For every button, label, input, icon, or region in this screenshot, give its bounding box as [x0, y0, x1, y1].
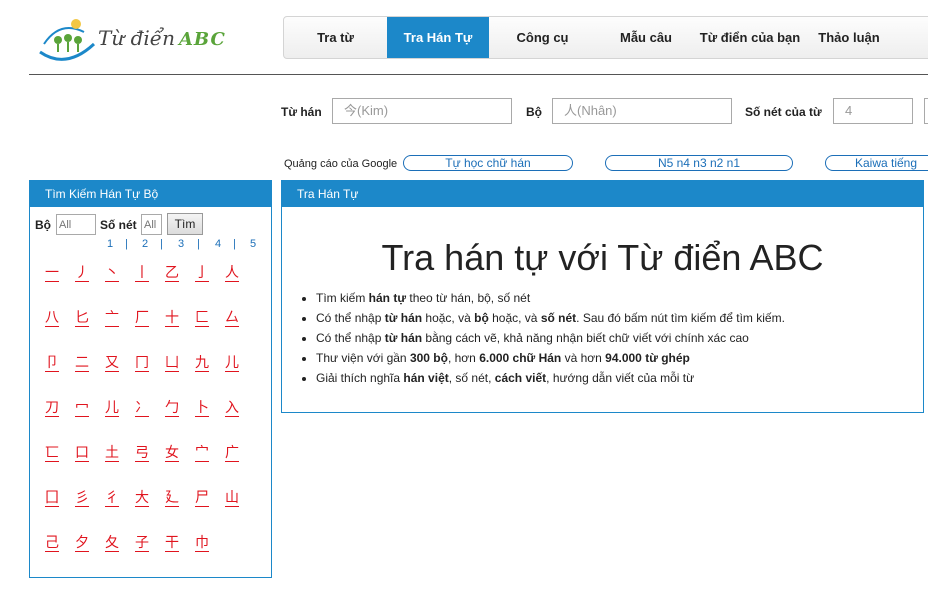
radical-bo-label: Bộ — [35, 218, 51, 232]
feature-item: Có thể nhập từ hán bằng cách vẽ, khả năn… — [316, 328, 785, 348]
radical-pagination: 1 | 2 | 3 | 4 | 5 — [107, 238, 257, 250]
nav-tu-dien-cua-ban[interactable]: Từ điển của bạn — [696, 17, 804, 58]
page-link-2[interactable]: 2 — [142, 238, 148, 250]
radical-search-panel: Tìm Kiếm Hán Tự Bộ Bộ Số nét Tìm 1 | 2 |… — [29, 180, 272, 578]
logo-icon — [39, 19, 96, 61]
radical-link[interactable]: 丿 — [75, 265, 89, 282]
radical-link[interactable]: 己 — [45, 535, 59, 552]
radical-link[interactable]: 土 — [105, 445, 119, 462]
radical-link[interactable]: 乙 — [165, 265, 179, 282]
page-link-3[interactable]: 3 — [178, 238, 184, 250]
ads-label: Quảng cáo của Google — [284, 158, 398, 170]
radical-link[interactable]: 匸 — [45, 445, 59, 462]
radical-link[interactable]: 厶 — [225, 310, 239, 327]
radical-link[interactable]: 勹 — [165, 400, 179, 417]
radical-link[interactable]: 廴 — [165, 490, 179, 507]
radical-link[interactable]: 口 — [75, 445, 89, 462]
feature-item: Thư viện với gần 300 bộ, hơn 6.000 chữ H… — [316, 348, 785, 368]
ad-link-tu-hoc[interactable]: Tự học chữ hán — [403, 155, 573, 171]
radical-link[interactable]: 广 — [225, 445, 239, 462]
radical-sonet-input[interactable] — [141, 214, 162, 235]
site-logo[interactable]: Từ điển ABC — [36, 14, 236, 62]
ad-link-kaiwa[interactable]: Kaiwa tiếng — [825, 155, 928, 171]
radical-link[interactable]: 匕 — [75, 310, 89, 327]
radical-link[interactable]: 九 — [195, 355, 209, 372]
radical-link[interactable]: 儿 — [105, 400, 119, 417]
radical-panel-title: Tìm Kiếm Hán Tự Bộ — [30, 181, 271, 207]
radical-bo-input[interactable] — [56, 214, 96, 235]
bo-label: Bộ — [526, 105, 542, 119]
feature-list: Tìm kiếm hán tự theo từ hán, bộ, số nétC… — [302, 288, 785, 388]
radical-link[interactable]: 女 — [165, 445, 179, 462]
page-link-4[interactable]: 4 — [215, 238, 221, 250]
radical-link[interactable]: 人 — [225, 265, 239, 282]
radical-link[interactable]: 冫 — [135, 400, 149, 417]
logo-brand: ABC — [178, 29, 226, 50]
radical-link[interactable]: 宀 — [195, 445, 209, 462]
ad-link-jlpt[interactable]: N5 n4 n3 n2 n1 — [605, 155, 793, 171]
radical-link[interactable]: 丨 — [135, 265, 149, 282]
radical-link[interactable]: 尸 — [195, 490, 209, 507]
radical-link[interactable]: 十 — [165, 310, 179, 327]
sonet-label: Số nét của từ — [745, 105, 822, 119]
logo-text: Từ điển — [98, 26, 175, 50]
nav-thao-luan[interactable]: Thảo luận — [804, 17, 894, 58]
radical-link[interactable]: 冖 — [75, 400, 89, 417]
radical-link[interactable]: 卜 — [195, 400, 209, 417]
radical-sonet-label: Số nét — [100, 218, 137, 232]
nav-tra-han-tu[interactable]: Tra Hán Tự — [387, 17, 489, 58]
radical-link[interactable]: 彡 — [75, 490, 89, 507]
radical-link[interactable]: 又 — [105, 355, 119, 372]
radical-link[interactable]: 弓 — [135, 445, 149, 462]
radical-link[interactable]: 囗 — [45, 490, 59, 507]
sonet-input[interactable] — [833, 98, 913, 124]
page-link-5[interactable]: 5 — [250, 238, 256, 250]
search-extra-field-edge[interactable] — [924, 98, 928, 124]
radical-link[interactable]: 冂 — [135, 355, 149, 372]
radical-link[interactable]: 大 — [135, 490, 149, 507]
radical-link[interactable]: 八 — [45, 310, 59, 327]
radical-link[interactable]: 亅 — [195, 265, 209, 282]
nav-tra-tu[interactable]: Tra từ — [284, 17, 387, 58]
radical-link[interactable]: 匚 — [195, 310, 209, 327]
tuhan-label: Từ hán — [281, 105, 322, 119]
radical-link[interactable]: 干 — [165, 535, 179, 552]
radical-link[interactable]: 巾 — [195, 535, 209, 552]
feature-item: Giải thích nghĩa hán việt, số nét, cách … — [316, 368, 785, 388]
radical-search-button[interactable]: Tìm — [167, 213, 203, 235]
bo-input[interactable] — [552, 98, 732, 124]
radical-link[interactable]: 夂 — [105, 535, 119, 552]
radical-link[interactable]: 丶 — [105, 265, 119, 282]
page-heading: Tra hán tự với Từ điển ABC — [381, 237, 824, 278]
nav-cong-cu[interactable]: Công cụ — [489, 17, 596, 58]
radical-link[interactable]: 彳 — [105, 490, 119, 507]
main-nav: Tra từ Tra Hán Tự Công cụ Mẫu câu Từ điể… — [283, 16, 928, 59]
radical-link[interactable]: 一 — [45, 265, 59, 282]
header-divider — [29, 74, 928, 75]
radical-link[interactable]: 亠 — [105, 310, 119, 327]
feature-item: Tìm kiếm hán tự theo từ hán, bộ, số nét — [316, 288, 785, 308]
radical-link[interactable]: 儿 — [225, 355, 239, 372]
nav-mau-cau[interactable]: Mẫu câu — [596, 17, 696, 58]
radical-link[interactable]: 凵 — [165, 355, 179, 372]
radical-link[interactable]: 刀 — [45, 400, 59, 417]
radical-link[interactable]: 卩 — [45, 355, 59, 372]
radical-link[interactable]: 山 — [225, 490, 239, 507]
radical-link[interactable]: 二 — [75, 355, 89, 372]
han-tu-panel-title: Tra Hán Tự — [282, 181, 923, 207]
radical-link[interactable]: 厂 — [135, 310, 149, 327]
tuhan-input[interactable] — [332, 98, 512, 124]
feature-item: Có thể nhập từ hán hoặc, và bộ hoặc, và … — [316, 308, 785, 328]
radical-link[interactable]: 子 — [135, 535, 149, 552]
page-link-1[interactable]: 1 — [107, 238, 113, 250]
radical-link[interactable]: 入 — [225, 400, 239, 417]
radical-link[interactable]: 夕 — [75, 535, 89, 552]
han-tu-panel: Tra Hán Tự Tra hán tự với Từ điển ABC Tì… — [281, 180, 924, 413]
